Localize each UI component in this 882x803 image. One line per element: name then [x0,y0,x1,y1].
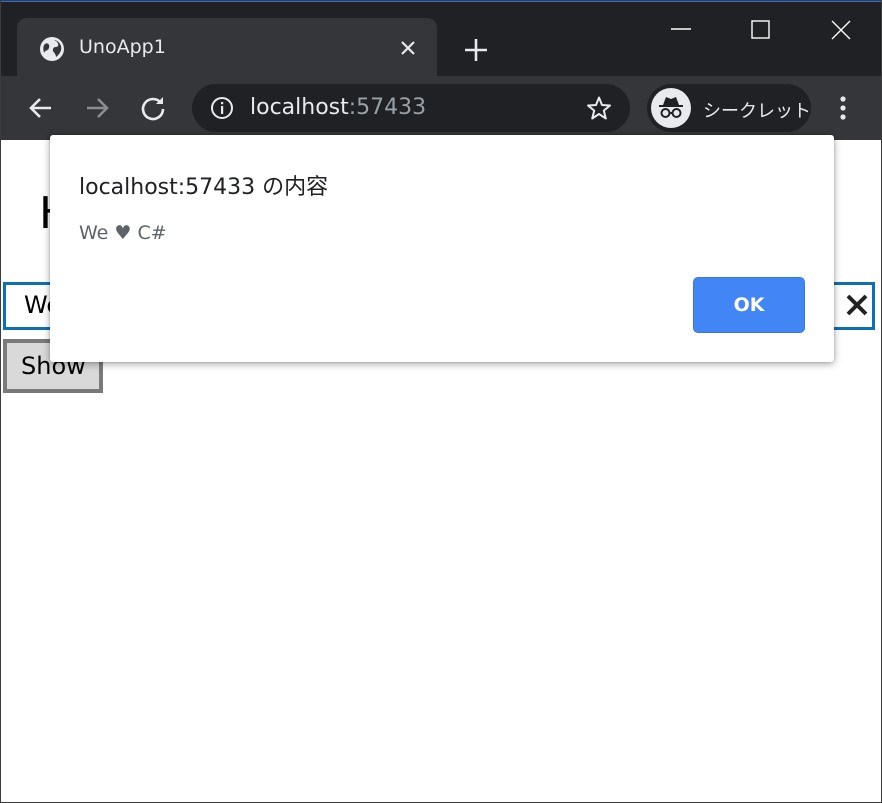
plus-icon[interactable] [463,37,489,63]
ok-button[interactable]: OK [693,277,805,333]
address-text: localhost:57433 [250,95,426,120]
kebab-menu-icon[interactable] [831,94,855,122]
minimize-icon[interactable] [661,14,701,48]
dialog-message: We ♥ C# [79,222,167,244]
arrow-right-icon[interactable] [83,94,111,122]
address-host: localhost [250,95,349,120]
browser-toolbar: localhost:57433 シークレット [1,76,881,140]
reload-icon[interactable] [139,94,167,122]
address-bar[interactable]: localhost:57433 [192,84,630,132]
globe-icon [40,37,64,61]
title-bar: UnoApp1 [1,1,881,78]
close-icon[interactable] [399,39,417,57]
close-icon[interactable] [844,292,870,318]
incognito-profile-button[interactable]: シークレット [647,84,811,132]
maximize-icon[interactable] [741,14,781,48]
dialog-title: localhost:57433 の内容 [79,175,329,200]
address-port: :57433 [348,95,427,120]
info-icon[interactable] [210,96,234,120]
browser-tab[interactable]: UnoApp1 [17,18,437,78]
browser-window: UnoApp1 localhost:57433 シークレット We Show l… [0,0,882,803]
incognito-icon [651,88,691,128]
star-icon[interactable] [586,95,612,121]
incognito-label: シークレット [703,101,811,122]
arrow-left-icon[interactable] [27,94,55,122]
alert-dialog: localhost:57433 の内容 We ♥ C# OK [50,135,834,362]
tab-title: UnoApp1 [79,36,166,58]
window-close-icon[interactable] [821,14,861,48]
